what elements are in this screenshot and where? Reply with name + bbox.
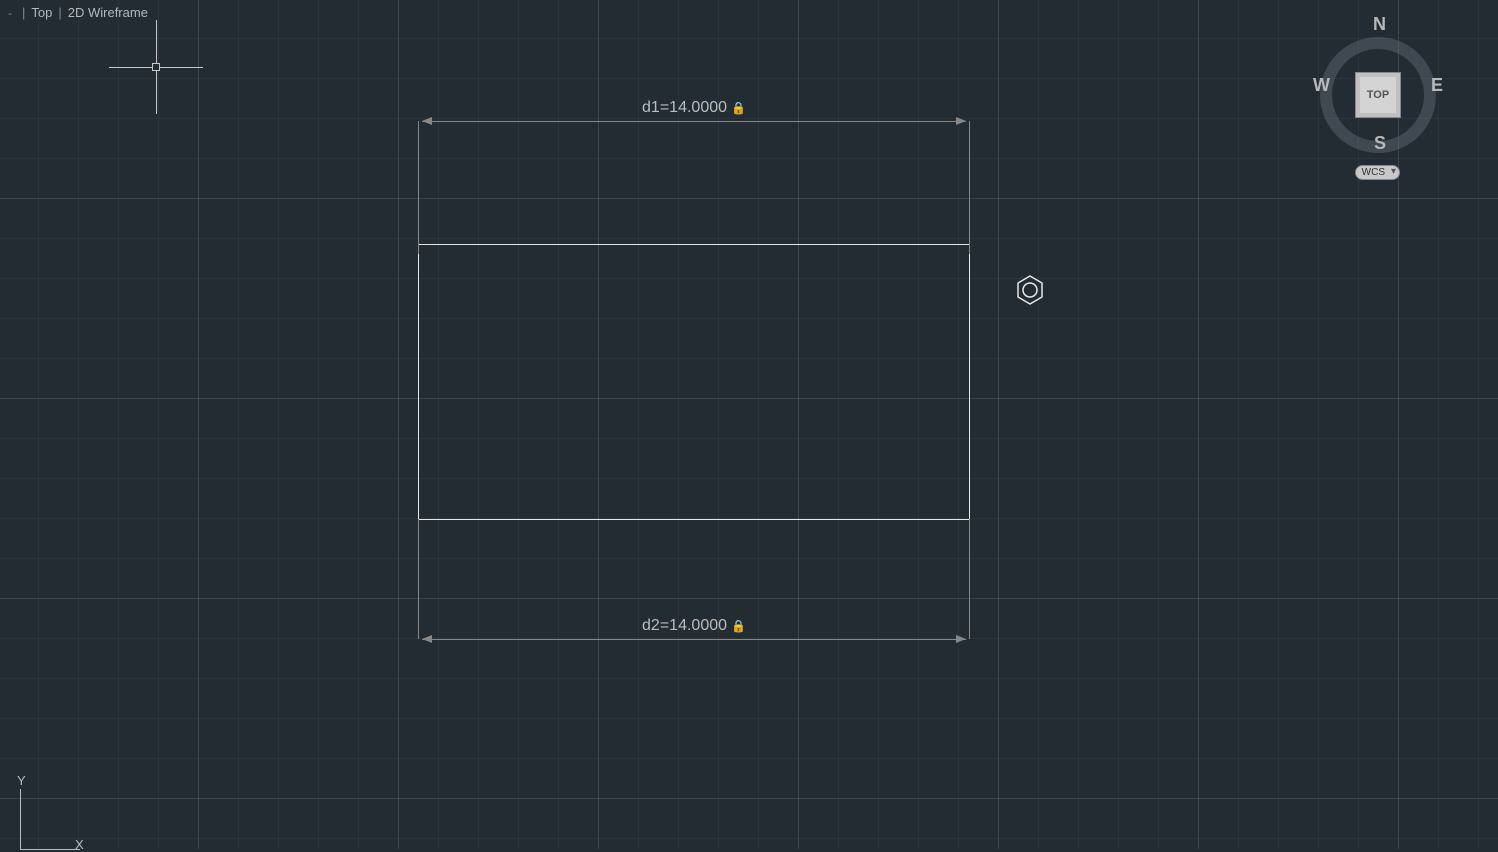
separator: | bbox=[58, 5, 61, 20]
viewport-minimize-toggle[interactable]: - bbox=[8, 6, 16, 20]
compass-east[interactable]: E bbox=[1431, 75, 1443, 96]
arrow-left-icon bbox=[422, 635, 432, 643]
ucs-x-label: X bbox=[75, 837, 84, 852]
ucs-y-label: Y bbox=[17, 773, 26, 788]
dim-text: d1=14.0000 bbox=[642, 99, 727, 117]
arrow-right-icon bbox=[956, 635, 966, 643]
wcs-dropdown[interactable]: WCS bbox=[1355, 165, 1400, 180]
dim-extension-line bbox=[418, 121, 419, 254]
separator: | bbox=[22, 5, 25, 20]
lock-icon: 🔒 bbox=[731, 101, 746, 115]
lock-icon: 🔒 bbox=[731, 619, 746, 633]
viewcube[interactable]: TOP N S W E bbox=[1318, 15, 1438, 135]
viewcube-top-face[interactable]: TOP bbox=[1355, 72, 1401, 118]
dim-label: d2=14.0000 🔒 bbox=[418, 617, 970, 635]
compass-west[interactable]: W bbox=[1313, 75, 1330, 96]
viewport-controls: - | Top | 2D Wireframe bbox=[8, 5, 148, 20]
dim-text: d2=14.0000 bbox=[642, 617, 727, 635]
arrow-right-icon bbox=[956, 117, 966, 125]
dim-label: d1=14.0000 🔒 bbox=[418, 99, 970, 117]
view-orientation-button[interactable]: Top bbox=[31, 5, 52, 20]
dim-line bbox=[422, 121, 966, 122]
dim-extension-line bbox=[969, 121, 970, 254]
dim-line bbox=[422, 639, 966, 640]
visual-style-button[interactable]: 2D Wireframe bbox=[68, 5, 148, 20]
compass-south[interactable]: S bbox=[1374, 133, 1386, 154]
drawing-rectangle[interactable] bbox=[418, 244, 970, 520]
compass-north[interactable]: N bbox=[1373, 14, 1386, 35]
arrow-left-icon bbox=[422, 117, 432, 125]
hexagon-nut-icon[interactable] bbox=[1015, 275, 1045, 305]
